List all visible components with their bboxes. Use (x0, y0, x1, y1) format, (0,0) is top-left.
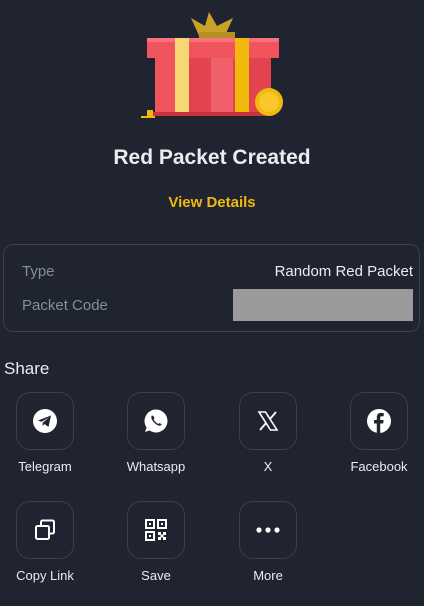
page-title: Red Packet Created (113, 146, 311, 169)
x-icon (257, 411, 279, 431)
telegram-icon (33, 409, 57, 433)
qr-code-icon (145, 519, 167, 541)
packet-code-row: Packet Code (22, 289, 413, 321)
share-x-button[interactable] (239, 392, 297, 450)
share-save[interactable]: Save (111, 501, 201, 583)
copy-link-button[interactable] (16, 501, 74, 559)
share-whatsapp[interactable]: Whatsapp (111, 392, 201, 474)
share-facebook-label: Facebook (350, 459, 408, 474)
view-details-link[interactable]: View Details (0, 194, 424, 211)
save-button[interactable] (127, 501, 185, 559)
share-facebook[interactable]: Facebook (334, 392, 424, 474)
packet-code-redacted (233, 289, 413, 321)
share-telegram-label: Telegram (18, 459, 72, 474)
more-label: More (253, 568, 283, 583)
whatsapp-icon (144, 409, 168, 433)
type-label: Type (22, 262, 55, 280)
copy-icon (35, 519, 55, 540)
share-whatsapp-label: Whatsapp (126, 459, 186, 474)
more-button[interactable] (239, 501, 297, 559)
packet-code-label: Packet Code (22, 296, 108, 314)
share-more[interactable]: More (223, 501, 313, 583)
share-copy-link[interactable]: Copy Link (0, 501, 90, 583)
more-icon (256, 527, 280, 533)
share-telegram-button[interactable] (16, 392, 74, 450)
share-heading: Share (4, 359, 50, 378)
type-row: Type Random Red Packet (22, 256, 413, 286)
share-x-label: X (263, 459, 273, 474)
packet-info-card: Type Random Red Packet Packet Code (3, 244, 420, 332)
copy-link-label: Copy Link (16, 568, 74, 583)
gift-box-illustration (139, 12, 289, 122)
facebook-icon (367, 409, 391, 433)
share-facebook-button[interactable] (350, 392, 408, 450)
save-label: Save (141, 568, 171, 583)
share-x[interactable]: X (223, 392, 313, 474)
share-whatsapp-button[interactable] (127, 392, 185, 450)
type-value: Random Red Packet (274, 262, 413, 280)
share-telegram[interactable]: Telegram (0, 392, 90, 474)
